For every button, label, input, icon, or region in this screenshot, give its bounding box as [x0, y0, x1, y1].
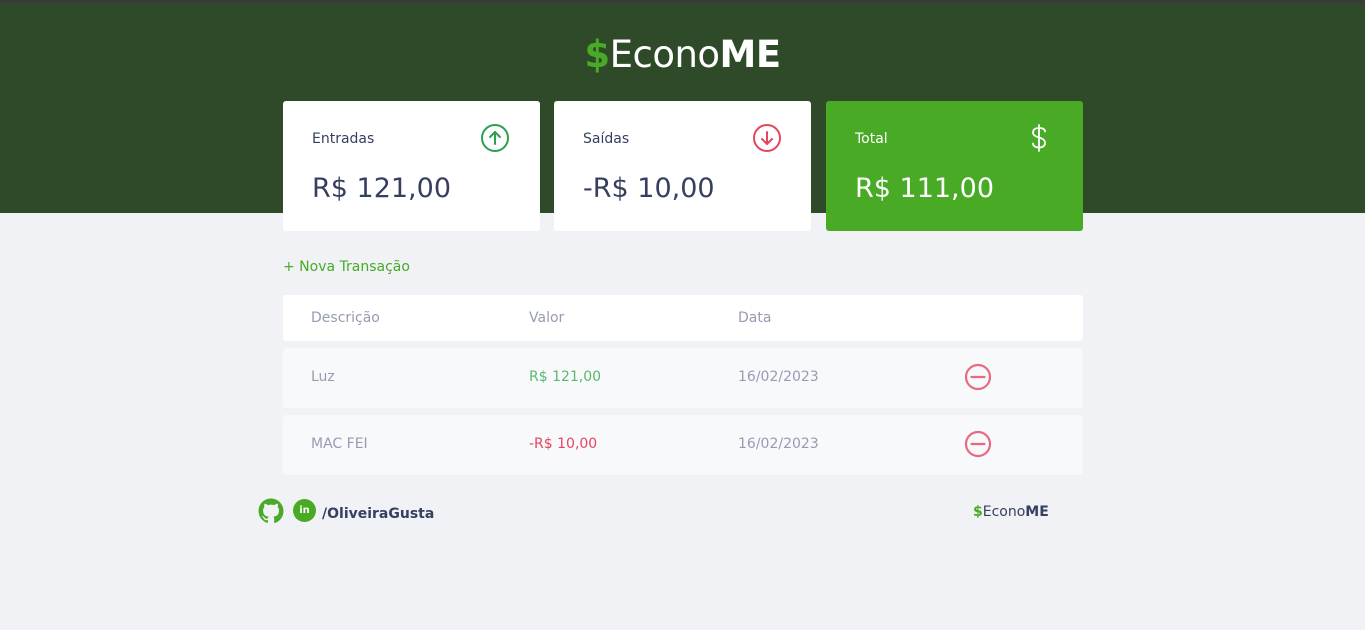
transaction-date: 16/02/2023 [738, 436, 819, 452]
logo-dollar: $ [584, 33, 610, 76]
total-card-title: Total [855, 131, 888, 147]
transaction-description: MAC FEI [311, 436, 368, 452]
footer-logo: $EconoME [973, 504, 1049, 520]
table-row: MAC FEI -R$ 10,00 16/02/2023 [283, 415, 1083, 475]
logo-me: ME [719, 33, 782, 76]
remove-transaction-icon[interactable] [963, 429, 993, 459]
transaction-description: Luz [311, 369, 335, 385]
transaction-amount: R$ 121,00 [529, 369, 602, 385]
linkedin-icon[interactable]: in [293, 499, 316, 522]
github-icon[interactable] [258, 498, 284, 524]
footer-logo-me: ME [1025, 504, 1049, 520]
table-header-row: Descrição Valor Data [283, 295, 1083, 341]
remove-transaction-icon[interactable] [963, 362, 993, 392]
table-row: Luz R$ 121,00 16/02/2023 [283, 348, 1083, 408]
column-header-amount: Valor [529, 310, 565, 326]
expense-card: Saídas -R$ 10,00 [554, 101, 811, 231]
expense-card-title: Saídas [583, 131, 630, 147]
footer-logo-dollar: $ [973, 504, 983, 520]
arrow-down-circle-icon [753, 124, 781, 152]
app-logo: $EconoME [0, 33, 1365, 76]
total-card: Total R$ 111,00 [826, 101, 1083, 231]
transaction-date: 16/02/2023 [738, 369, 819, 385]
income-card-title: Entradas [312, 131, 375, 147]
total-card-value: R$ 111,00 [855, 173, 994, 204]
footer-logo-econo: Econo [982, 504, 1026, 520]
footer-handle[interactable]: /OliveiraGusta [322, 506, 434, 522]
logo-econo: Econo [609, 33, 720, 76]
column-header-description: Descrição [311, 310, 380, 326]
income-card-value: R$ 121,00 [312, 173, 451, 204]
arrow-up-circle-icon [481, 124, 509, 152]
expense-card-value: -R$ 10,00 [583, 173, 715, 204]
new-transaction-button[interactable]: + Nova Transação [283, 259, 410, 275]
dollar-sign-icon [1032, 124, 1046, 152]
income-card: Entradas R$ 121,00 [283, 101, 540, 231]
column-header-date: Data [738, 310, 772, 326]
transaction-amount: -R$ 10,00 [529, 436, 598, 452]
